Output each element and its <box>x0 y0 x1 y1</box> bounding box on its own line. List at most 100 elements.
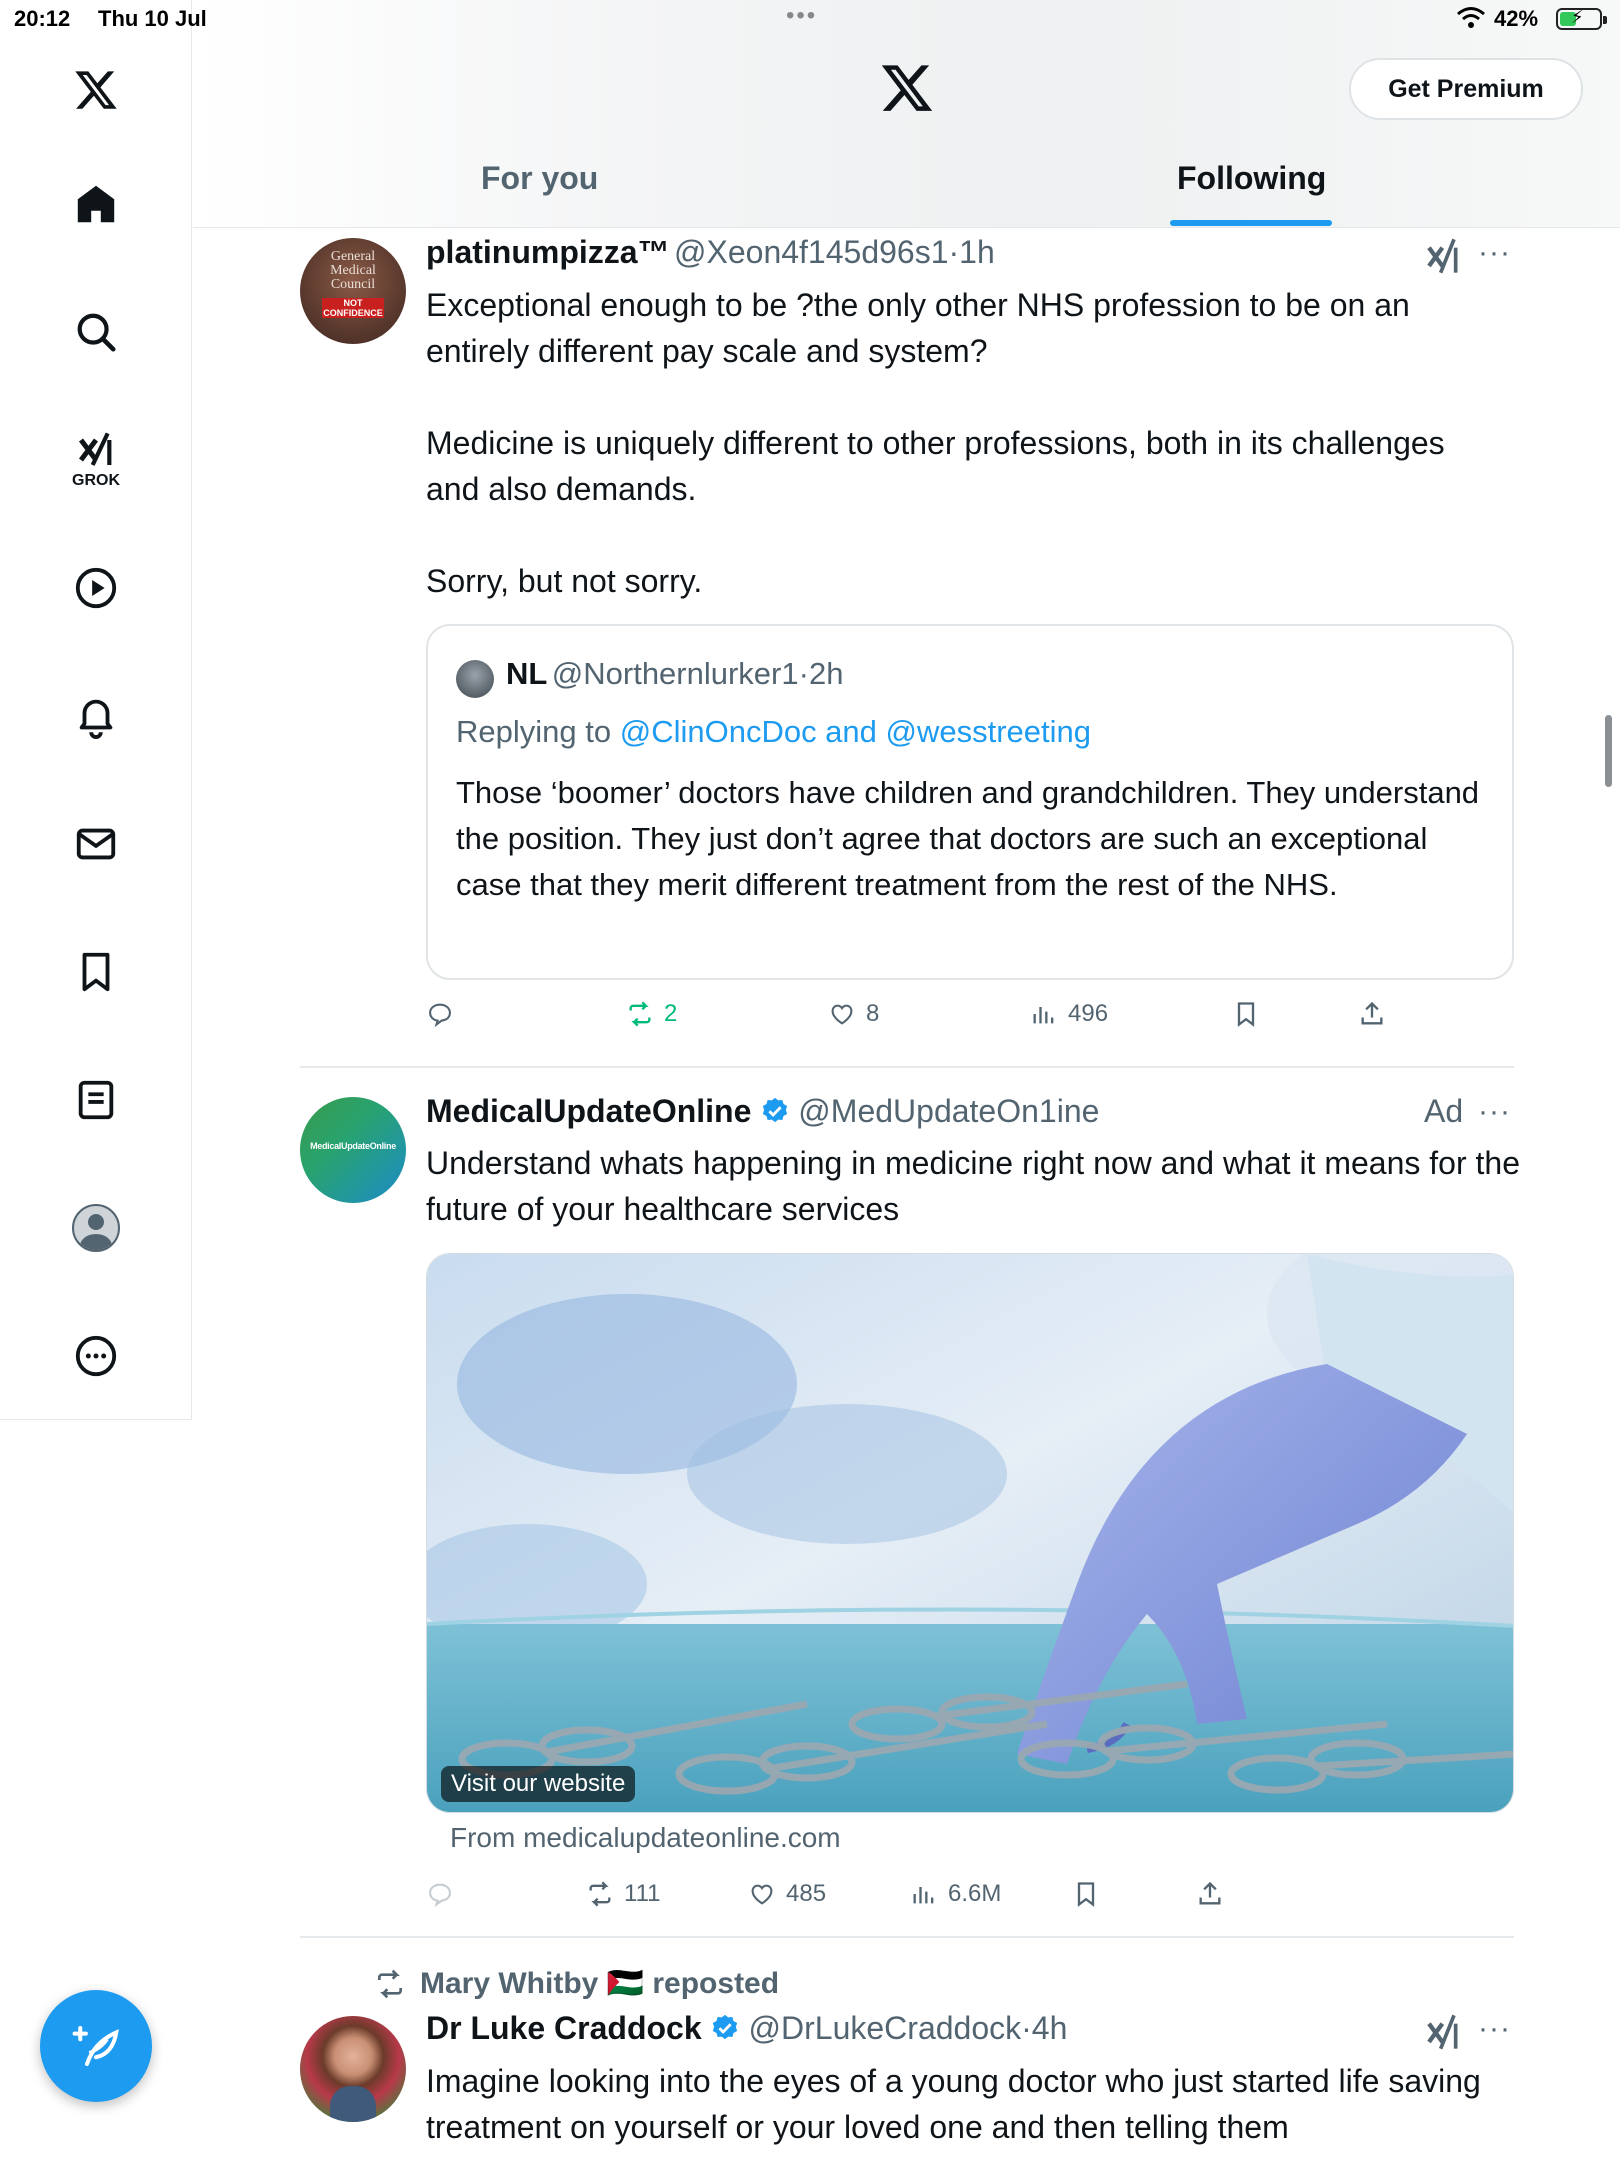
tweet-author-name[interactable]: MedicalUpdateOnline <box>426 1093 751 1129</box>
share-button[interactable] <box>1196 1880 1224 1908</box>
share-button[interactable] <box>1358 1000 1386 1028</box>
more-options-icon[interactable] <box>56 1316 136 1396</box>
views-button[interactable]: 6.6M <box>910 1880 1001 1908</box>
profile-icon <box>72 1204 120 1252</box>
lists-icon[interactable] <box>56 1060 136 1140</box>
video-play-icon[interactable] <box>56 548 136 628</box>
surgical-instruments-photo <box>427 1254 1513 1812</box>
reply-button[interactable] <box>426 1000 464 1028</box>
avatar-text: General <box>330 249 376 264</box>
bookmark-button[interactable] <box>1232 1000 1260 1028</box>
tweet-more-icon[interactable]: ··· <box>1478 236 1511 270</box>
status-bar: 20:12 Thu 10 Jul ••• 42% ⚡ <box>0 0 1620 40</box>
sidebar: GROK <box>0 0 192 1420</box>
tweet-author-handle[interactable]: @Xeon4f145d96s1 <box>674 234 948 270</box>
get-premium-button[interactable]: Get Premium <box>1349 58 1583 120</box>
avatar-text: MedicalUpdateOnline <box>310 1141 396 1151</box>
like-button[interactable]: 485 <box>748 1880 826 1908</box>
separator-dot: · <box>1021 2010 1032 2046</box>
clock: 20:12 <box>14 6 71 31</box>
views-chart-icon <box>1033 1007 1054 1024</box>
ad-source-link[interactable]: From medicalupdateonline.com <box>450 1822 841 1854</box>
tweet-more-icon[interactable]: ··· <box>1478 1095 1511 1129</box>
tweet-more-icon[interactable]: ··· <box>1478 2012 1511 2046</box>
avatar-text: CONFIDENCE <box>323 308 383 318</box>
battery-percent: 42% <box>1494 6 1539 31</box>
date: Thu 10 Jul <box>98 6 207 31</box>
repost-icon <box>589 1881 611 1907</box>
tweet-author-name[interactable]: platinumpizza™ <box>426 234 670 270</box>
notifications-bell-icon[interactable] <box>56 676 136 756</box>
repost-count: 111 <box>624 1880 661 1907</box>
ad-label: Ad <box>1424 1093 1464 1129</box>
like-button[interactable]: 8 <box>828 1000 879 1028</box>
quoted-tweet-text: Those ‘boomer’ doctors have children and… <box>456 775 1480 902</box>
bookmarks-icon[interactable] <box>56 932 136 1012</box>
tweet-time[interactable]: 4h <box>1032 2010 1068 2046</box>
avatar-text: Council <box>330 277 376 292</box>
messages-mail-icon[interactable] <box>56 804 136 884</box>
grok-explain-icon[interactable] <box>1424 236 1464 276</box>
search-icon[interactable] <box>56 292 136 372</box>
quoted-author-handle: @Northernlurker1 <box>551 656 799 691</box>
repost-button[interactable]: 111 <box>586 1880 660 1908</box>
heart-icon <box>751 1884 773 1905</box>
avatar-text: NOT <box>343 298 363 308</box>
replying-to-handles[interactable]: @ClinOncDoc and @wesstreeting <box>620 714 1091 749</box>
tweet-text: Imagine looking into the eyes of a young… <box>426 2063 1481 2145</box>
reply-icon <box>429 1003 451 1028</box>
view-count: 496 <box>1068 1000 1109 1027</box>
active-tab-indicator <box>1170 220 1332 226</box>
reposted-by-label: Mary Whitby 🇵🇸 reposted <box>420 1967 780 2000</box>
quoted-avatar <box>456 660 494 698</box>
repost-context[interactable]: Mary Whitby 🇵🇸 reposted <box>374 1966 779 2001</box>
ad-image-surgical-instruments[interactable]: Visit our website <box>426 1253 1514 1813</box>
quoted-author-name: NL <box>506 656 548 691</box>
reply-icon <box>429 1883 451 1908</box>
separator-dot: · <box>798 656 809 691</box>
avatar-text: Medical <box>330 263 376 278</box>
compose-post-button[interactable] <box>40 1990 152 2102</box>
like-count: 8 <box>866 1000 880 1027</box>
compose-feather-icon <box>72 2025 119 2067</box>
tweet-author-handle[interactable]: @DrLukeCraddock <box>749 2010 1022 2046</box>
verified-badge-icon <box>712 2014 738 2040</box>
tweet-text: Exceptional enough to be ?the only other… <box>426 287 1445 599</box>
tweet-avatar[interactable] <box>300 2016 406 2122</box>
tweet-avatar[interactable]: MedicalUpdateOnline <box>300 1097 406 1203</box>
views-button[interactable]: 496 <box>1030 1000 1108 1028</box>
repost-icon <box>378 1969 402 1998</box>
reply-button[interactable] <box>426 1880 464 1908</box>
battery-icon: ⚡ <box>1556 7 1607 30</box>
bookmark-icon <box>1077 1882 1095 1907</box>
profile-avatar[interactable] <box>56 1188 136 1268</box>
quoted-tweet[interactable]: NL @Northernlurker1·2h Replying to @Clin… <box>426 624 1514 980</box>
grok-label: GROK <box>72 472 120 489</box>
scrollbar[interactable] <box>1605 715 1612 787</box>
repost-icon <box>629 1001 651 1027</box>
wifi-icon <box>1457 7 1485 28</box>
share-icon <box>1361 1001 1383 1025</box>
x-logo-icon[interactable] <box>56 50 136 130</box>
tab-following[interactable]: Following <box>1177 160 1326 197</box>
heart-icon <box>831 1004 853 1025</box>
tweet-text: Understand whats happening in medicine r… <box>426 1145 1520 1227</box>
tweet-author-name[interactable]: Dr Luke Craddock <box>426 2010 702 2046</box>
view-count: 6.6M <box>948 1880 1002 1907</box>
x-logo-icon[interactable] <box>879 60 935 116</box>
multitasking-dots-icon[interactable]: ••• <box>786 2 817 30</box>
tweet-time[interactable]: 1h <box>959 234 995 270</box>
repost-button[interactable]: 2 <box>626 1000 677 1028</box>
grok-explain-icon[interactable] <box>1424 2012 1464 2052</box>
bookmark-button[interactable] <box>1072 1880 1100 1908</box>
visit-website-badge[interactable]: Visit our website <box>441 1766 636 1802</box>
tab-for-you[interactable]: For you <box>481 160 598 197</box>
grok-icon[interactable]: GROK <box>56 420 136 500</box>
tweet-avatar[interactable]: General Medical Council NOT CONFIDENCE <box>300 238 406 344</box>
tweet-divider <box>300 1066 1514 1068</box>
home-icon[interactable] <box>56 164 136 244</box>
tweet-author-handle[interactable]: @MedUpdateOn1ine <box>798 1093 1099 1129</box>
bookmark-icon <box>1237 1002 1255 1027</box>
like-count: 485 <box>786 1880 827 1907</box>
share-icon <box>1199 1881 1221 1905</box>
